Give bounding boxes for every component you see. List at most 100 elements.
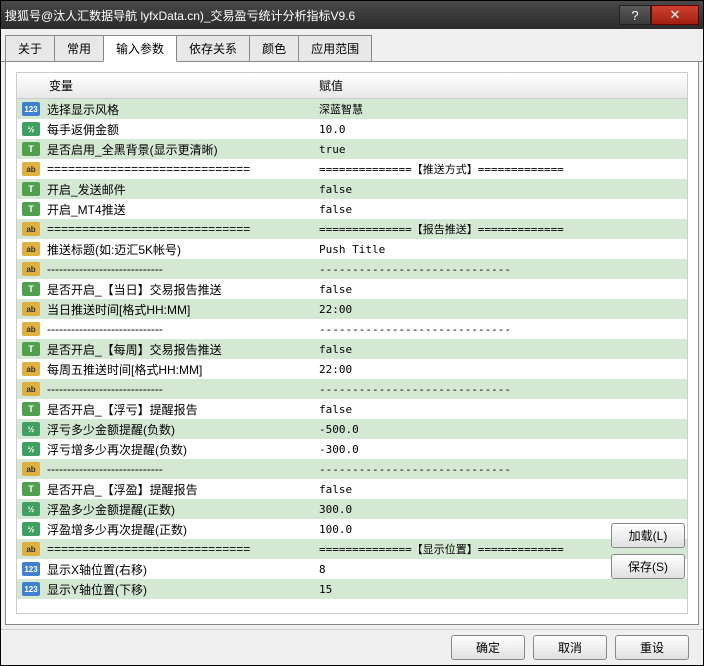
table-row[interactable]: ab--------------------------------------… (17, 459, 687, 479)
tab-3[interactable]: 依存关系 (176, 35, 250, 61)
property-value[interactable]: 300.0 (315, 503, 687, 516)
property-name: 浮亏增多少再次提醒(负数) (45, 441, 315, 458)
property-value[interactable]: ----------------------------- (315, 463, 687, 476)
table-row[interactable]: ½浮盈增多少再次提醒(正数)100.0 (17, 519, 687, 539)
property-value[interactable]: -500.0 (315, 423, 687, 436)
property-name: 浮亏多少金额提醒(负数) (45, 421, 315, 438)
property-name: ----------------------------- (45, 322, 315, 336)
property-value[interactable]: ==============【报告推送】============= (315, 221, 687, 237)
property-name: 是否开启_【浮亏】提醒报告 (45, 401, 315, 418)
property-value[interactable]: ==============【推送方式】============= (315, 161, 687, 177)
bottom-bar: 确定 取消 重设 (1, 629, 703, 665)
dialog-window: 搜狐号@汰人汇数据导航 lyfxData.cn)_交易盈亏统计分析指标V9.6 … (0, 0, 704, 666)
table-row[interactable]: ab--------------------------------------… (17, 379, 687, 399)
property-value[interactable]: 22:00 (315, 303, 687, 316)
properties-table[interactable]: 变量 赋值 123 选择显示风格深蓝智慧 ½每手返佣金额10.0 T 是否启用_全黑背景… (16, 72, 688, 614)
table-row[interactable]: ab 当日推送时间[格式HH:MM]22:00 (17, 299, 687, 319)
table-row[interactable]: ½浮盈多少金额提醒(正数)300.0 (17, 499, 687, 519)
table-row[interactable]: T 是否开启_【每周】交易报告推送false (17, 339, 687, 359)
table-row[interactable]: ab======================================… (17, 159, 687, 179)
property-name: 开启_发送邮件 (45, 181, 315, 198)
property-value[interactable]: ----------------------------- (315, 383, 687, 396)
property-value[interactable]: 深蓝智慧 (315, 101, 687, 117)
table-header: 变量 赋值 (17, 73, 687, 99)
property-name: ============================= (45, 542, 315, 556)
titlebar[interactable]: 搜狐号@汰人汇数据导航 lyfxData.cn)_交易盈亏统计分析指标V9.6 … (1, 1, 703, 29)
property-value[interactable]: 10.0 (315, 123, 687, 136)
property-name: 是否开启_【浮盈】提醒报告 (45, 481, 315, 498)
property-name: 是否启用_全黑背景(显示更清晰) (45, 141, 315, 158)
property-value[interactable]: ----------------------------- (315, 263, 687, 276)
tab-1[interactable]: 常用 (54, 35, 104, 61)
property-name: 显示Y轴位置(下移) (45, 581, 315, 598)
123-type-icon: 123 (22, 582, 40, 596)
ok-button[interactable]: 确定 (451, 635, 525, 660)
ab-type-icon: ab (22, 262, 40, 276)
table-row[interactable]: ab --------------------------------------… (17, 319, 687, 339)
ab-type-icon: ab (22, 362, 40, 376)
table-row[interactable]: ab 每周五推送时间[格式HH:MM]22:00 (17, 359, 687, 379)
property-value[interactable]: false (315, 183, 687, 196)
property-value[interactable]: true (315, 143, 687, 156)
v2-type-icon: ½ (22, 442, 40, 456)
help-button[interactable]: ? (619, 5, 651, 25)
header-variable: 变量 (45, 77, 315, 94)
property-name: 当日推送时间[格式HH:MM] (45, 301, 315, 318)
ab-type-icon: ab (22, 322, 40, 336)
ab-type-icon: ab (22, 302, 40, 316)
load-button[interactable]: 加载(L) (611, 523, 685, 548)
property-name: ============================= (45, 222, 315, 236)
property-name: ----------------------------- (45, 262, 315, 276)
t-type-icon: T (22, 342, 40, 356)
property-value[interactable]: false (315, 483, 687, 496)
table-row[interactable]: 123显示X轴位置(右移)8 (17, 559, 687, 579)
tab-4[interactable]: 颜色 (249, 35, 299, 61)
property-name: 浮盈多少金额提醒(正数) (45, 501, 315, 518)
ab-type-icon: ab (22, 222, 40, 236)
property-name: 是否开启_【当日】交易报告推送 (45, 281, 315, 298)
tab-0[interactable]: 关于 (5, 35, 55, 61)
property-name: 是否开启_【每周】交易报告推送 (45, 341, 315, 358)
reset-button[interactable]: 重设 (615, 635, 689, 660)
cancel-button[interactable]: 取消 (533, 635, 607, 660)
property-value[interactable]: 22:00 (315, 363, 687, 376)
table-row[interactable]: 123 显示Y轴位置(下移)15 (17, 579, 687, 599)
close-button[interactable]: ✕ (651, 5, 699, 25)
t-type-icon: T (22, 282, 40, 296)
table-row[interactable]: T 开启_发送邮件false (17, 179, 687, 199)
table-row[interactable]: T 是否开启_【当日】交易报告推送false (17, 279, 687, 299)
property-value[interactable]: false (315, 343, 687, 356)
property-value[interactable]: ----------------------------- (315, 323, 687, 336)
table-row[interactable]: ½ 浮亏增多少再次提醒(负数)-300.0 (17, 439, 687, 459)
property-value[interactable]: false (315, 203, 687, 216)
table-row[interactable]: ab======================================… (17, 539, 687, 559)
property-name: 浮盈增多少再次提醒(正数) (45, 521, 315, 538)
property-name: 选择显示风格 (45, 101, 315, 118)
table-row[interactable]: ab ======================================… (17, 219, 687, 239)
tab-2[interactable]: 输入参数 (103, 35, 177, 62)
property-value[interactable]: Push Title (315, 243, 687, 256)
tab-strip: 关于常用输入参数依存关系颜色应用范围 (1, 33, 703, 62)
property-value[interactable]: 15 (315, 583, 687, 596)
t-type-icon: T (22, 142, 40, 156)
table-row[interactable]: T 是否启用_全黑背景(显示更清晰)true (17, 139, 687, 159)
property-value[interactable]: false (315, 283, 687, 296)
table-row[interactable]: T开启_MT4推送false (17, 199, 687, 219)
table-row[interactable]: T是否开启_【浮亏】提醒报告false (17, 399, 687, 419)
tab-5[interactable]: 应用范围 (298, 35, 372, 61)
table-row[interactable]: ½浮亏多少金额提醒(负数)-500.0 (17, 419, 687, 439)
table-row[interactable]: ½每手返佣金额10.0 (17, 119, 687, 139)
property-value[interactable]: false (315, 403, 687, 416)
property-name: 每周五推送时间[格式HH:MM] (45, 361, 315, 378)
table-row[interactable]: ab --------------------------------------… (17, 259, 687, 279)
t-type-icon: T (22, 182, 40, 196)
property-value[interactable]: -300.0 (315, 443, 687, 456)
save-button[interactable]: 保存(S) (611, 554, 685, 579)
property-name: 推送标题(如:迈汇5K帐号) (45, 241, 315, 258)
123-type-icon: 123 (22, 102, 40, 116)
table-row[interactable]: ab 推送标题(如:迈汇5K帐号)Push Title (17, 239, 687, 259)
table-row[interactable]: T是否开启_【浮盈】提醒报告false (17, 479, 687, 499)
table-row[interactable]: 123 选择显示风格深蓝智慧 (17, 99, 687, 119)
property-name: ----------------------------- (45, 462, 315, 476)
ab-type-icon: ab (22, 242, 40, 256)
